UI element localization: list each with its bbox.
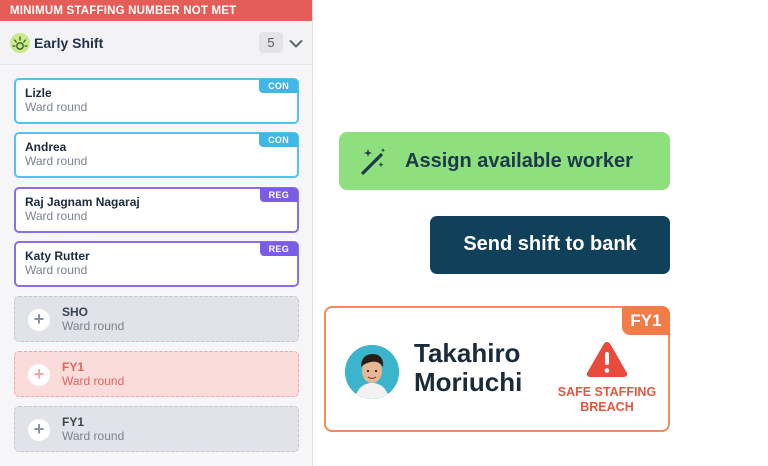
grade-tag: REG	[259, 188, 298, 202]
slot-task: Ward round	[62, 429, 125, 443]
staff-name: Andrea	[25, 140, 67, 154]
staff-task: Ward round	[25, 154, 88, 168]
slot-task: Ward round	[62, 319, 125, 333]
staff-card[interactable]: Katy Rutter Ward round REG	[14, 241, 299, 287]
chevron-down-icon[interactable]	[289, 36, 303, 48]
plus-icon[interactable]: +	[28, 419, 50, 441]
staff-card[interactable]: Andrea Ward round CON	[14, 132, 299, 178]
slot-grade: FY1	[62, 360, 85, 374]
staff-task: Ward round	[25, 100, 88, 114]
open-slot[interactable]: + FY1 Ward round	[14, 406, 299, 452]
shift-title: Early Shift	[34, 35, 104, 51]
shift-panel: MINIMUM STAFFING NUMBER NOT MET Early Sh…	[0, 0, 313, 466]
warning-triangle-icon	[585, 340, 629, 378]
safe-staffing-breach-text: SAFE STAFFING BREACH	[548, 385, 666, 415]
grade-tag: CON	[259, 133, 298, 147]
send-to-bank-label: Send shift to bank	[463, 233, 637, 255]
staff-task: Ward round	[25, 263, 88, 277]
slot-grade: SHO	[62, 305, 89, 319]
breach-line-2: BREACH	[580, 400, 634, 414]
worker-first-name: Takahiro	[414, 338, 521, 368]
staff-card[interactable]: Raj Jagnam Nagaraj Ward round REG	[14, 187, 299, 233]
grade-tag: CON	[259, 79, 298, 93]
staff-name: Lizle	[25, 86, 52, 100]
magic-wand-icon	[357, 145, 389, 177]
send-to-bank-button[interactable]: Send shift to bank	[430, 216, 670, 274]
slot-grade: FY1	[62, 415, 85, 429]
worker-last-name: Moriuchi	[414, 367, 523, 397]
grade-tag: REG	[259, 242, 298, 256]
open-slot-warning[interactable]: + FY1 Ward round	[14, 351, 299, 397]
plus-icon[interactable]: +	[28, 309, 50, 331]
plus-icon[interactable]: +	[28, 364, 50, 386]
assign-worker-button[interactable]: Assign available worker	[339, 132, 670, 190]
staff-task: Ward round	[25, 209, 88, 223]
sun-icon	[10, 33, 30, 53]
shift-header[interactable]: Early Shift 5	[0, 21, 312, 65]
worker-grade-tag: FY1	[622, 306, 670, 335]
slot-task: Ward round	[62, 374, 125, 388]
worker-name: Takahiro Moriuchi	[414, 339, 544, 397]
staff-name: Raj Jagnam Nagaraj	[25, 195, 140, 209]
assign-worker-label: Assign available worker	[405, 150, 633, 172]
worker-card[interactable]: FY1 Takahiro Moriuchi SAFE STAFFING BREA…	[324, 306, 670, 432]
staff-card[interactable]: Lizle Ward round CON	[14, 78, 299, 124]
avatar	[345, 345, 399, 399]
staffing-alert-bar: MINIMUM STAFFING NUMBER NOT MET	[0, 0, 312, 21]
open-slot[interactable]: + SHO Ward round	[14, 296, 299, 342]
staff-name: Katy Rutter	[25, 249, 90, 263]
breach-line-1: SAFE STAFFING	[557, 385, 657, 399]
staff-count-badge: 5	[259, 32, 283, 53]
